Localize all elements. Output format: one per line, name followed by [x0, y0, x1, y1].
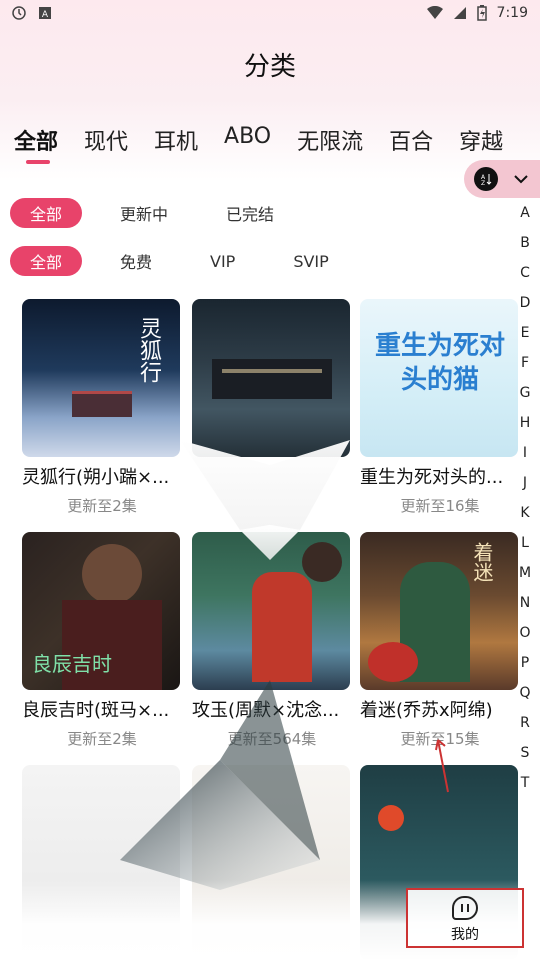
- alphabet-letter[interactable]: D: [520, 288, 531, 318]
- signal-icon: [453, 7, 466, 19]
- status-time: 7:19: [496, 5, 528, 21]
- app-notification-icon: A: [39, 7, 51, 20]
- nav-mine-label: 我的: [451, 927, 479, 943]
- status-bar: A 7:19: [0, 0, 540, 26]
- filter-vip[interactable]: VIP: [210, 246, 235, 276]
- filter-status-all[interactable]: 全部: [10, 198, 82, 228]
- filter-svip[interactable]: SVIP: [293, 246, 328, 276]
- price-filter-row: 全部 免费 VIP SVIP: [10, 246, 329, 276]
- decorative-overlay: [120, 440, 350, 890]
- wifi-icon: [426, 6, 443, 19]
- tab-modern[interactable]: 现代: [84, 124, 154, 156]
- category-tabs: 全部 现代 耳机 ABO 无限流 百合 穿越: [14, 124, 529, 164]
- filter-free[interactable]: 免费: [120, 246, 152, 276]
- nav-mine-button[interactable]: 我的: [406, 888, 524, 948]
- annotation-arrow: [435, 739, 449, 793]
- alphabet-letter[interactable]: B: [520, 228, 530, 258]
- status-filter-row: 全部 更新中 已完结: [10, 198, 274, 228]
- clock-notification-icon: [12, 6, 26, 20]
- tab-infinite-flow[interactable]: 无限流: [297, 124, 389, 156]
- alphabet-letter[interactable]: A: [520, 198, 530, 228]
- filter-ongoing[interactable]: 更新中: [120, 198, 168, 228]
- alphabet-letter[interactable]: C: [520, 258, 530, 288]
- svg-text:A: A: [42, 10, 49, 20]
- cover-title-text: 灵狐行: [136, 317, 161, 383]
- sort-az-icon: AZ: [474, 167, 498, 191]
- svg-text:Z: Z: [481, 180, 485, 186]
- tab-earphone[interactable]: 耳机: [154, 124, 224, 156]
- filter-completed[interactable]: 已完结: [226, 198, 274, 228]
- alphabet-letter[interactable]: E: [521, 318, 530, 348]
- profile-face-icon: [452, 896, 478, 920]
- tab-yuri[interactable]: 百合: [389, 124, 459, 156]
- tab-all[interactable]: 全部: [14, 124, 84, 164]
- battery-icon: [476, 5, 487, 21]
- filter-price-all[interactable]: 全部: [10, 246, 82, 276]
- tab-abo[interactable]: ABO: [224, 124, 297, 156]
- sort-toggle[interactable]: AZ: [464, 160, 540, 198]
- page-title: 分类: [243, 52, 296, 82]
- chevron-down-icon: [514, 175, 528, 184]
- tab-time-travel[interactable]: 穿越: [459, 124, 529, 156]
- alphabet-letter[interactable]: F: [521, 348, 529, 378]
